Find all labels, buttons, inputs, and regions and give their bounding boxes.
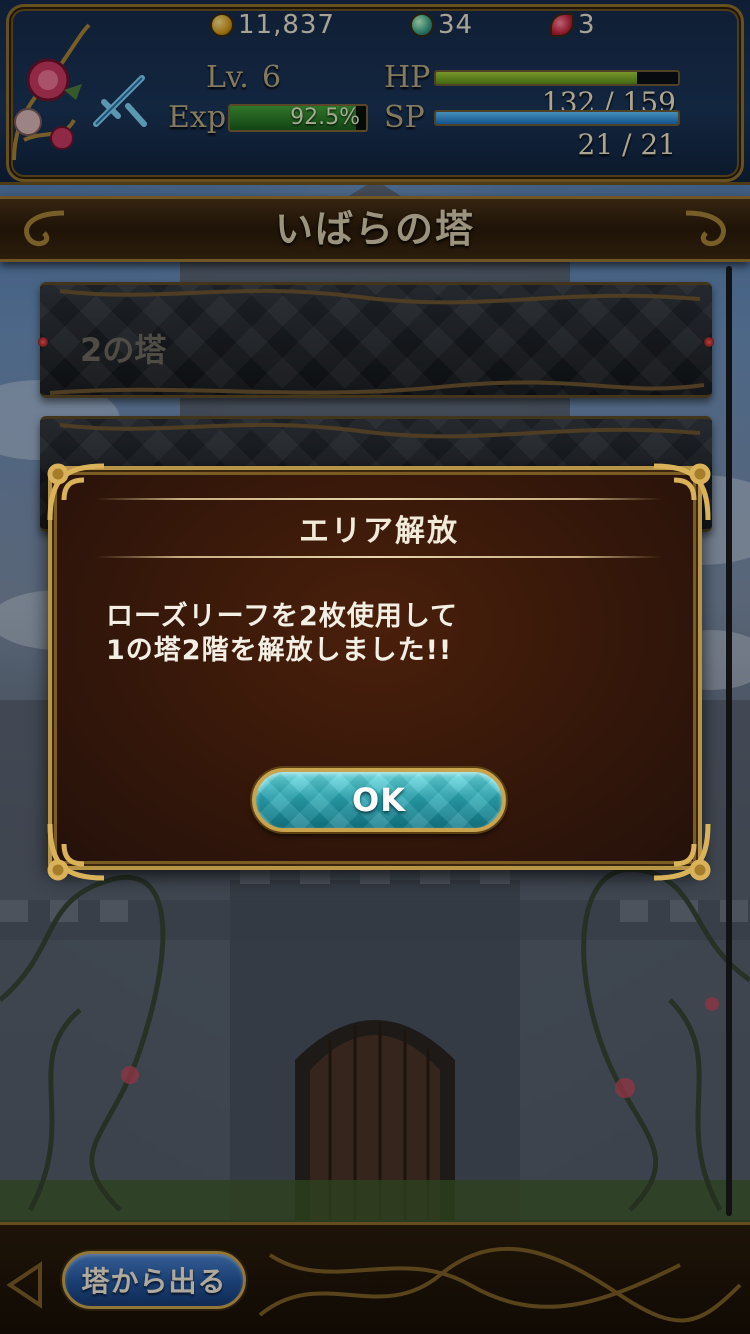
corner-ornament-icon <box>47 823 105 881</box>
corner-ornament-icon <box>653 823 711 881</box>
dialog-message-line-2: 1の塔2階を解放しました!! <box>106 635 453 666</box>
dialog-rule-top <box>96 498 662 500</box>
dialog-title: エリア解放 <box>299 514 459 549</box>
ok-button[interactable]: OK <box>252 768 506 832</box>
ok-label: OK <box>352 781 406 819</box>
area-unlock-dialog: エリア解放 ローズリーフを2枚使用して 1の塔2階を解放しました!! OK <box>47 463 711 881</box>
game-screen: 11,837 34 3 Lv. 6 Exp 92.5% HP 132 / 159… <box>0 0 750 1334</box>
dialog-rule-bottom <box>96 556 662 558</box>
corner-ornament-icon <box>653 463 711 521</box>
corner-ornament-icon <box>47 463 105 521</box>
